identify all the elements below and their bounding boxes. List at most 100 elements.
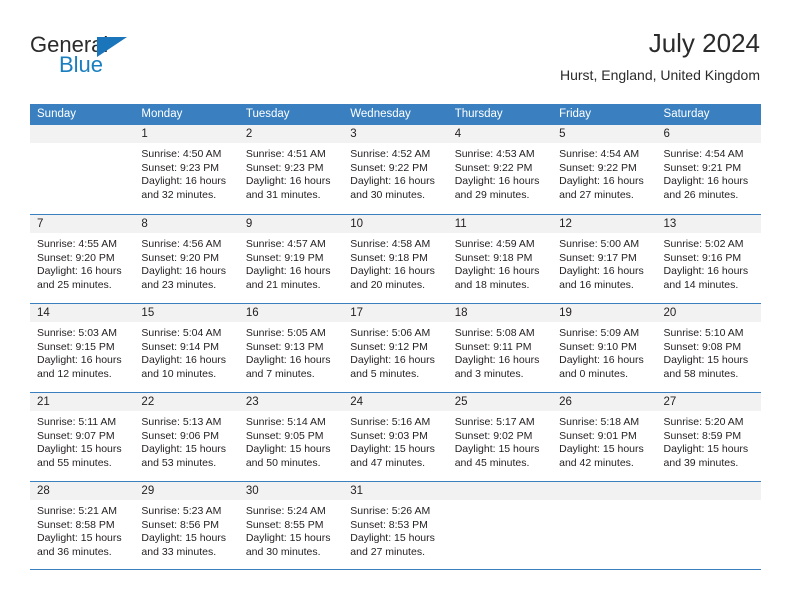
day-cell[interactable]: 23 Sunrise: 5:14 AM Sunset: 9:05 PM Dayl… — [238, 393, 344, 481]
day-details: Sunrise: 5:21 AM Sunset: 8:58 PM Dayligh… — [30, 500, 134, 559]
daylight-line-1: Daylight: 15 hours — [245, 532, 331, 545]
sunrise-line: Sunrise: 4:50 AM — [141, 148, 222, 160]
sunset-line: Sunset: 9:01 PM — [559, 429, 637, 442]
sunrise-line: Sunrise: 5:13 AM — [141, 416, 222, 428]
day-number: 15 — [134, 304, 239, 322]
day-cell — [447, 482, 553, 569]
day-details: Sunrise: 4:56 AM Sunset: 9:20 PM Dayligh… — [134, 233, 238, 292]
day-cell[interactable]: 20 Sunrise: 5:10 AM Sunset: 9:08 PM Dayl… — [656, 304, 761, 392]
day-cell[interactable]: 6 Sunrise: 4:54 AM Sunset: 9:21 PM Dayli… — [656, 125, 761, 214]
daylight-line-2: and 14 minutes. — [663, 278, 739, 291]
day-cell[interactable]: 1 Sunrise: 4:50 AM Sunset: 9:23 PM Dayli… — [134, 125, 239, 214]
daylight-line-1: Daylight: 15 hours — [141, 532, 227, 545]
daylight-line-1: Daylight: 16 hours — [37, 354, 122, 367]
day-details: Sunrise: 5:08 AM Sunset: 9:11 PM Dayligh… — [448, 322, 552, 381]
day-details — [448, 500, 552, 505]
day-cell[interactable]: 28 Sunrise: 5:21 AM Sunset: 8:58 PM Dayl… — [30, 482, 135, 569]
day-number — [30, 125, 135, 143]
day-number — [552, 482, 657, 500]
daylight-line-1: Daylight: 16 hours — [141, 354, 227, 367]
sunset-line: Sunset: 9:13 PM — [245, 340, 324, 353]
day-cell[interactable]: 22 Sunrise: 5:13 AM Sunset: 9:06 PM Dayl… — [134, 393, 239, 481]
day-cell[interactable]: 3 Sunrise: 4:52 AM Sunset: 9:22 PM Dayli… — [343, 125, 448, 214]
day-number: 6 — [656, 125, 761, 143]
sunset-line: Sunset: 9:08 PM — [663, 340, 742, 353]
calendar-week-row: 28 Sunrise: 5:21 AM Sunset: 8:58 PM Dayl… — [30, 481, 761, 570]
calendar-week-row: 21 Sunrise: 5:11 AM Sunset: 9:07 PM Dayl… — [30, 392, 761, 481]
day-cell[interactable]: 19 Sunrise: 5:09 AM Sunset: 9:10 PM Dayl… — [552, 304, 657, 392]
day-cell[interactable]: 15 Sunrise: 5:04 AM Sunset: 9:14 PM Dayl… — [134, 304, 239, 392]
day-cell[interactable]: 16 Sunrise: 5:05 AM Sunset: 9:13 PM Dayl… — [238, 304, 344, 392]
day-cell[interactable]: 31 Sunrise: 5:26 AM Sunset: 8:53 PM Dayl… — [343, 482, 448, 569]
day-cell[interactable]: 18 Sunrise: 5:08 AM Sunset: 9:11 PM Dayl… — [447, 304, 553, 392]
daylight-line-1: Daylight: 15 hours — [663, 443, 749, 456]
daylight-line-1: Daylight: 15 hours — [454, 443, 540, 456]
day-cell[interactable]: 26 Sunrise: 5:18 AM Sunset: 9:01 PM Dayl… — [552, 393, 657, 481]
sunset-line: Sunset: 8:55 PM — [245, 518, 324, 531]
daylight-line-1: Daylight: 16 hours — [454, 265, 540, 278]
day-details: Sunrise: 5:02 AM Sunset: 9:16 PM Dayligh… — [657, 233, 761, 292]
daylight-line-2: and 31 minutes. — [245, 188, 321, 201]
general-blue-logo[interactable]: General Blue — [30, 34, 170, 86]
daylight-line-1: Daylight: 16 hours — [454, 175, 540, 188]
daylight-line-2: and 55 minutes. — [37, 456, 112, 469]
daylight-line-2: and 23 minutes. — [141, 278, 217, 291]
day-cell[interactable]: 10 Sunrise: 4:58 AM Sunset: 9:18 PM Dayl… — [343, 215, 448, 303]
sunrise-line: Sunrise: 5:00 AM — [559, 238, 640, 250]
daylight-line-1: Daylight: 15 hours — [141, 443, 227, 456]
day-cell[interactable]: 14 Sunrise: 5:03 AM Sunset: 9:15 PM Dayl… — [30, 304, 135, 392]
sunset-line: Sunset: 9:12 PM — [350, 340, 428, 353]
sunrise-line: Sunrise: 4:51 AM — [245, 148, 326, 160]
sunrise-line: Sunrise: 5:26 AM — [350, 505, 431, 517]
day-cell[interactable]: 2 Sunrise: 4:51 AM Sunset: 9:23 PM Dayli… — [238, 125, 344, 214]
day-details: Sunrise: 5:14 AM Sunset: 9:05 PM Dayligh… — [239, 411, 343, 470]
day-cell[interactable]: 5 Sunrise: 4:54 AM Sunset: 9:22 PM Dayli… — [552, 125, 657, 214]
day-cell[interactable]: 17 Sunrise: 5:06 AM Sunset: 9:12 PM Dayl… — [343, 304, 448, 392]
day-cell[interactable]: 21 Sunrise: 5:11 AM Sunset: 9:07 PM Dayl… — [30, 393, 135, 481]
day-number: 16 — [238, 304, 344, 322]
day-details: Sunrise: 5:11 AM Sunset: 9:07 PM Dayligh… — [30, 411, 134, 470]
day-details — [657, 500, 761, 505]
day-number: 30 — [238, 482, 344, 500]
sunrise-line: Sunrise: 5:09 AM — [559, 327, 640, 339]
sunset-line: Sunset: 8:56 PM — [141, 518, 220, 531]
day-number: 18 — [447, 304, 553, 322]
day-cell — [552, 482, 657, 569]
day-number: 12 — [552, 215, 657, 233]
sunset-line: Sunset: 9:10 PM — [559, 340, 637, 353]
day-number: 21 — [30, 393, 135, 411]
daylight-line-2: and 30 minutes. — [350, 188, 425, 201]
sunset-line: Sunset: 9:21 PM — [663, 161, 742, 174]
sunset-line: Sunset: 9:22 PM — [350, 161, 428, 174]
day-details: Sunrise: 4:54 AM Sunset: 9:22 PM Dayligh… — [552, 143, 656, 202]
day-cell[interactable]: 11 Sunrise: 4:59 AM Sunset: 9:18 PM Dayl… — [447, 215, 553, 303]
day-cell[interactable]: 7 Sunrise: 4:55 AM Sunset: 9:20 PM Dayli… — [30, 215, 135, 303]
sunset-line: Sunset: 9:16 PM — [663, 251, 742, 264]
day-cell[interactable]: 29 Sunrise: 5:23 AM Sunset: 8:56 PM Dayl… — [134, 482, 239, 569]
day-number: 25 — [447, 393, 553, 411]
calendar-week-row: 14 Sunrise: 5:03 AM Sunset: 9:15 PM Dayl… — [30, 303, 761, 392]
sunrise-line: Sunrise: 5:17 AM — [454, 416, 535, 428]
day-details: Sunrise: 4:53 AM Sunset: 9:22 PM Dayligh… — [448, 143, 552, 202]
sunset-line: Sunset: 9:22 PM — [559, 161, 637, 174]
daylight-line-2: and 27 minutes. — [559, 188, 634, 201]
day-cell[interactable]: 13 Sunrise: 5:02 AM Sunset: 9:16 PM Dayl… — [656, 215, 761, 303]
day-cell[interactable]: 24 Sunrise: 5:16 AM Sunset: 9:03 PM Dayl… — [343, 393, 448, 481]
sunset-line: Sunset: 9:02 PM — [454, 429, 533, 442]
day-cell[interactable]: 8 Sunrise: 4:56 AM Sunset: 9:20 PM Dayli… — [134, 215, 239, 303]
day-cell[interactable]: 25 Sunrise: 5:17 AM Sunset: 9:02 PM Dayl… — [447, 393, 553, 481]
day-cell[interactable]: 30 Sunrise: 5:24 AM Sunset: 8:55 PM Dayl… — [238, 482, 344, 569]
day-number: 14 — [30, 304, 135, 322]
daylight-line-2: and 50 minutes. — [245, 456, 321, 469]
sunset-line: Sunset: 9:03 PM — [350, 429, 428, 442]
day-details: Sunrise: 4:50 AM Sunset: 9:23 PM Dayligh… — [134, 143, 238, 202]
day-details: Sunrise: 5:05 AM Sunset: 9:13 PM Dayligh… — [239, 322, 343, 381]
day-details: Sunrise: 4:51 AM Sunset: 9:23 PM Dayligh… — [239, 143, 343, 202]
sunrise-line: Sunrise: 5:16 AM — [350, 416, 431, 428]
sunset-line: Sunset: 9:20 PM — [37, 251, 115, 264]
day-cell[interactable]: 9 Sunrise: 4:57 AM Sunset: 9:19 PM Dayli… — [238, 215, 344, 303]
day-cell[interactable]: 12 Sunrise: 5:00 AM Sunset: 9:17 PM Dayl… — [552, 215, 657, 303]
day-number: 13 — [656, 215, 761, 233]
day-cell[interactable]: 4 Sunrise: 4:53 AM Sunset: 9:22 PM Dayli… — [447, 125, 553, 214]
day-cell[interactable]: 27 Sunrise: 5:20 AM Sunset: 8:59 PM Dayl… — [656, 393, 761, 481]
